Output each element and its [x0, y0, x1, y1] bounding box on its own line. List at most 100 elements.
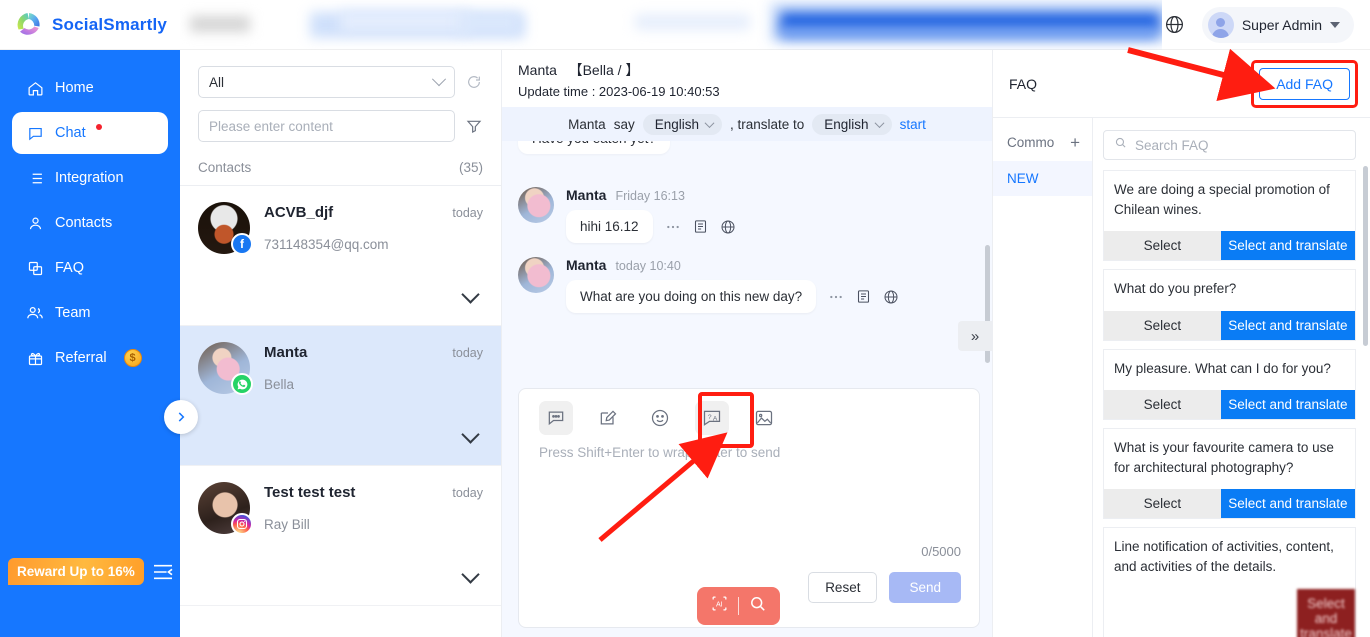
- contacts-list-label: Contacts: [198, 160, 252, 175]
- faq-select-translate-button[interactable]: Select and translate: [1297, 588, 1355, 637]
- translate-globe-icon[interactable]: [720, 219, 736, 235]
- faq-categories-label: Commo: [1007, 135, 1055, 150]
- contacts-panel: All Contacts (35) f: [180, 50, 502, 637]
- unread-dot-icon: [95, 124, 102, 130]
- brand-name: SocialSmartly: [52, 14, 168, 34]
- note-icon[interactable]: [693, 219, 708, 234]
- source-language-select[interactable]: English: [642, 113, 722, 135]
- faq-select-translate-button[interactable]: Select and translate: [1220, 489, 1355, 519]
- faq-item-actions: Select Select and translate: [1104, 390, 1355, 420]
- faq-body: Commo + NEW We are doing a special promo…: [993, 118, 1370, 637]
- faq-select-translate-button[interactable]: Select and translate: [1220, 310, 1355, 340]
- sidebar-item-chat[interactable]: Chat: [12, 112, 168, 154]
- faq-translate-icon[interactable]: ? A: [695, 401, 729, 435]
- faq-search-input[interactable]: [1135, 137, 1345, 153]
- chevron-down-icon[interactable]: [461, 565, 480, 584]
- faq-search[interactable]: [1103, 130, 1356, 160]
- chevron-down-icon[interactable]: [461, 425, 480, 444]
- faq-question: Line notification of activities, content…: [1114, 539, 1334, 574]
- message-bubble: What are you doing on this new day?: [566, 280, 817, 313]
- contacts-search-input[interactable]: [198, 110, 455, 142]
- chat-bubble-icon: [26, 124, 44, 142]
- contact-name: ACVB_djf: [264, 204, 334, 221]
- translate-who: Manta: [568, 116, 606, 132]
- reward-badge[interactable]: Reward Up to 16%: [8, 558, 144, 585]
- reward-row: Reward Up to 16%: [0, 558, 180, 585]
- chat-update-time: Update time : 2023-06-19 10:40:53: [518, 84, 720, 99]
- sidebar-item-home[interactable]: Home: [12, 67, 168, 109]
- contact-name: Test test test: [264, 484, 356, 501]
- edit-icon[interactable]: [591, 401, 625, 435]
- faq-item-actions: Select Select and translate: [1104, 588, 1355, 637]
- more-icon[interactable]: [665, 219, 681, 235]
- refresh-icon[interactable]: [465, 73, 483, 91]
- globe-icon[interactable]: [1162, 12, 1188, 38]
- chevron-down-icon[interactable]: [461, 285, 480, 304]
- faq-header: FAQ Add FAQ: [993, 50, 1370, 118]
- source-language-value: English: [654, 116, 699, 132]
- start-translate-button[interactable]: start: [900, 117, 926, 132]
- chevron-down-icon: [704, 117, 715, 128]
- composer-placeholder[interactable]: Press Shift+Enter to wrap, Enter to send: [519, 435, 979, 460]
- avatar: [1207, 11, 1234, 38]
- more-icon[interactable]: [828, 289, 844, 305]
- faq-category-label: NEW: [1007, 171, 1039, 186]
- reset-button[interactable]: Reset: [808, 572, 878, 603]
- contact-subtitle: Bella: [264, 377, 295, 392]
- contacts-list-header: Contacts (35): [180, 154, 501, 186]
- target-language-select[interactable]: English: [812, 113, 892, 135]
- add-faq-button[interactable]: Add FAQ: [1259, 67, 1350, 100]
- sidebar-item-contacts[interactable]: Contacts: [12, 202, 168, 244]
- message-composer: ? A Press Shift+Enter to wrap, Enter to s…: [518, 388, 980, 628]
- brand-logo[interactable]: SocialSmartly: [0, 10, 180, 40]
- user-menu[interactable]: Super Admin: [1201, 6, 1354, 43]
- faq-item: What do you prefer? Select Select and tr…: [1103, 269, 1356, 341]
- quick-reply-icon[interactable]: [539, 401, 573, 435]
- faq-select-button[interactable]: Select: [1104, 489, 1221, 519]
- plus-icon[interactable]: +: [1070, 134, 1080, 151]
- sidebar-item-integration[interactable]: Integration: [12, 157, 168, 199]
- faq-item-actions: Select Select and translate: [1104, 231, 1355, 261]
- message-time: Friday 16:13: [615, 189, 685, 203]
- faq-select-translate-button[interactable]: Select and translate: [1220, 390, 1355, 420]
- faq-question: We are doing a special promotion of Chil…: [1114, 182, 1330, 217]
- funnel-icon[interactable]: [465, 117, 483, 135]
- sidebar-item-referral[interactable]: Referral $: [12, 337, 168, 379]
- faq-select-button[interactable]: Select: [1104, 310, 1221, 340]
- image-icon[interactable]: [747, 401, 781, 435]
- channel-filter-value: All: [209, 74, 225, 90]
- ai-assist-button[interactable]: AI: [697, 587, 780, 625]
- sidebar-item-label: Team: [55, 305, 91, 321]
- list-icon: [26, 169, 44, 187]
- faq-select-translate-button[interactable]: Select and translate: [1220, 231, 1355, 261]
- sidebar-item-team[interactable]: Team: [12, 292, 168, 334]
- send-button[interactable]: Send: [889, 572, 961, 603]
- collapse-menu-icon[interactable]: [152, 563, 174, 581]
- chevron-down-icon: [431, 72, 447, 87]
- composer-actions: Reset Send: [808, 572, 961, 603]
- message-time: today 10:40: [615, 259, 681, 273]
- channel-filter-select[interactable]: All: [198, 66, 455, 98]
- faq-select-button[interactable]: Select: [1104, 231, 1221, 261]
- sidebar-item-label: Chat: [55, 125, 86, 141]
- target-language-value: English: [824, 116, 869, 132]
- translate-globe-icon[interactable]: [883, 289, 899, 305]
- chat-header: Manta 【Bella / 】 Update time : 2023-06-1…: [502, 50, 992, 107]
- top-bar: SocialSmartly Super Admin: [0, 0, 1370, 50]
- contact-list-item[interactable]: f ACVB_djf today 731148354@qq.com: [180, 186, 501, 326]
- add-faq-wrapper: Add FAQ: [1251, 59, 1358, 108]
- contact-list-item[interactable]: Test test test today Ray Bill: [180, 466, 501, 606]
- socialsmartly-logo-icon: [14, 10, 44, 40]
- faq-scrollbar[interactable]: [1363, 166, 1368, 636]
- faq-panel: FAQ Add FAQ Commo + NEW Search FAQ We ar…: [992, 50, 1370, 637]
- faq-category-new[interactable]: NEW: [993, 161, 1092, 196]
- note-icon[interactable]: [856, 289, 871, 304]
- expand-panel-button[interactable]: [164, 400, 198, 434]
- faq-select-button[interactable]: Select: [1104, 390, 1221, 420]
- emoji-icon[interactable]: [643, 401, 677, 435]
- instagram-icon: [231, 513, 253, 535]
- sidebar-item-faq[interactable]: FAQ: [12, 247, 168, 289]
- message-list[interactable]: Have you eaten yet? Manta Friday 16:13 h…: [502, 141, 992, 363]
- contact-list-item[interactable]: Manta today Bella: [180, 326, 501, 466]
- expand-messages-button[interactable]: »: [958, 321, 992, 351]
